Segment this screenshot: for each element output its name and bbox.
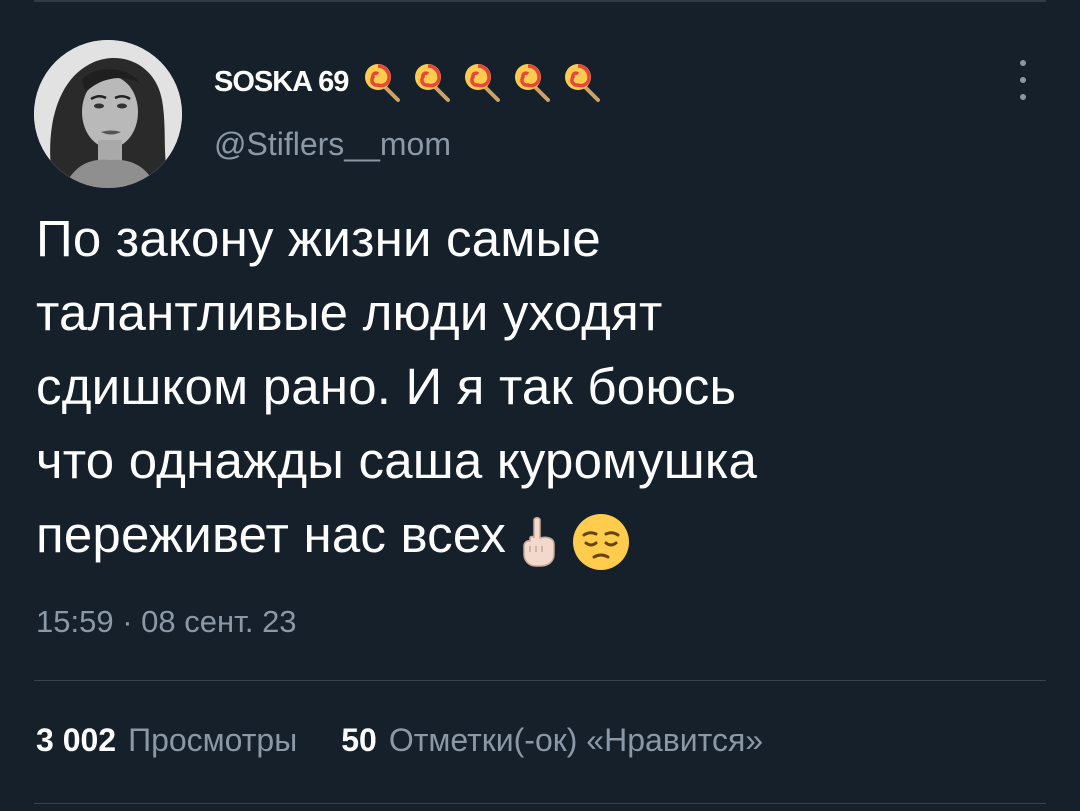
author-name-row[interactable]: SOSKA 69: [214, 62, 606, 102]
lollipop-emoji-icon: [515, 64, 551, 102]
avatar[interactable]: [34, 40, 182, 188]
views-stat[interactable]: 3 002 Просмотры: [36, 722, 297, 759]
more-options-icon[interactable]: [1016, 60, 1030, 100]
lollipop-emoji-icon: [465, 64, 501, 102]
views-label: Просмотры: [128, 722, 298, 758]
tweet-timestamp[interactable]: 15:59 · 08 сент. 23: [36, 604, 297, 640]
tweet-text-line: что однажды саша куромушка: [36, 432, 758, 489]
lollipop-emoji-icon: [415, 64, 451, 102]
tweet-text-line: сдишком рано. И я так боюсь: [36, 358, 737, 415]
bottom-divider: [34, 803, 1046, 804]
tweet-text-line: По закону жизни самые: [36, 210, 601, 267]
lollipop-emoji-icon: [365, 64, 401, 102]
views-count: 3 002: [36, 722, 117, 758]
author-handle[interactable]: @Stiflers__mom: [214, 126, 451, 163]
likes-label: Отметки(-ок) «Нравится»: [388, 722, 764, 758]
emoji-group: [516, 502, 632, 576]
index-pointing-up-icon: [523, 517, 555, 567]
tweet-text-last-line: переживет нас всех: [36, 498, 1036, 576]
top-divider: [34, 0, 1046, 2]
author-display-name[interactable]: SOSKA 69: [214, 66, 349, 99]
avatar-portrait-image: [34, 40, 182, 188]
lollipop-emoji-icon: [565, 64, 601, 102]
likes-stat[interactable]: 50 Отметки(-ок) «Нравится»: [341, 722, 763, 759]
tweet-text-line: переживет нас всех: [36, 506, 507, 563]
stats-divider: [34, 680, 1046, 681]
likes-count: 50: [341, 722, 377, 758]
tweet-text-line: талантливые люди уходят: [36, 284, 663, 341]
name-emoji-group: [362, 60, 606, 104]
tweet-text: По закону жизни самые талантливые люди у…: [36, 202, 1036, 576]
pensive-face-icon: [573, 514, 630, 571]
tweet-detail: SOSKA 69 @Stiflers__mom По закону жизни …: [0, 0, 1080, 811]
tweet-stats: 3 002 Просмотры 50 Отметки(-ок) «Нравитс…: [36, 722, 763, 759]
